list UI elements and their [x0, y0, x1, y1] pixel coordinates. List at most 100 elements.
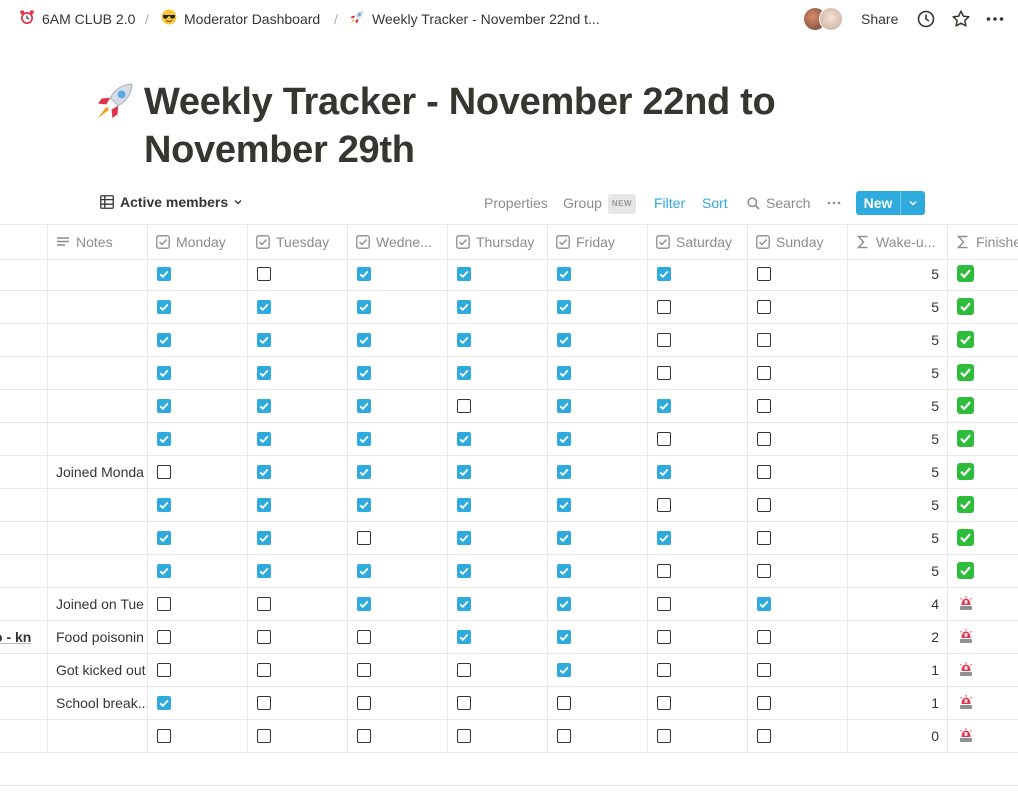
checkbox-checked[interactable] — [757, 597, 771, 611]
checkbox-unchecked[interactable] — [757, 465, 771, 479]
checkbox-checked[interactable] — [357, 597, 371, 611]
notes-cell[interactable] — [47, 390, 147, 422]
checkbox-checked[interactable] — [357, 564, 371, 578]
view-more-icon[interactable] — [826, 192, 842, 212]
finished-cell[interactable] — [947, 555, 1018, 587]
breadcrumb-weekly-tracker[interactable]: Weekly Tracker - November 22nd t... — [348, 10, 600, 28]
finished-cell[interactable] — [947, 588, 1018, 620]
wakeups-count-cell[interactable]: 5 — [847, 324, 947, 356]
checkbox-unchecked[interactable] — [757, 564, 771, 578]
checkbox-unchecked[interactable] — [457, 663, 471, 677]
checkbox-checked[interactable] — [557, 597, 571, 611]
finished-cell[interactable] — [947, 621, 1018, 653]
favorite-star-icon[interactable] — [951, 9, 971, 29]
checkbox-checked[interactable] — [657, 531, 671, 545]
wakeups-count-cell[interactable]: 5 — [847, 291, 947, 323]
checkbox-unchecked[interactable] — [657, 333, 671, 347]
checkbox-checked[interactable] — [557, 663, 571, 677]
column-header[interactable]: Thursday — [447, 225, 547, 259]
checkbox-checked[interactable] — [557, 498, 571, 512]
checkbox-unchecked[interactable] — [557, 696, 571, 710]
checkbox-unchecked[interactable] — [357, 531, 371, 545]
group-button[interactable]: Group NEW — [563, 194, 637, 214]
checkbox-checked[interactable] — [557, 465, 571, 479]
column-header[interactable]: Friday — [547, 225, 647, 259]
checkbox-unchecked[interactable] — [657, 498, 671, 512]
checkbox-checked[interactable] — [557, 267, 571, 281]
finished-cell[interactable] — [947, 258, 1018, 290]
checkbox-unchecked[interactable] — [657, 300, 671, 314]
filter-button[interactable]: Filter — [654, 194, 685, 212]
column-header[interactable]: Saturday — [647, 225, 747, 259]
checkbox-unchecked[interactable] — [757, 531, 771, 545]
finished-cell[interactable] — [947, 390, 1018, 422]
checkbox-checked[interactable] — [357, 432, 371, 446]
checkbox-unchecked[interactable] — [257, 630, 271, 644]
checkbox-checked[interactable] — [357, 399, 371, 413]
checkbox-unchecked[interactable] — [757, 696, 771, 710]
checkbox-unchecked[interactable] — [757, 432, 771, 446]
wakeups-count-cell[interactable]: 5 — [847, 555, 947, 587]
checkbox-checked[interactable] — [157, 333, 171, 347]
notes-cell[interactable]: Food poisonin — [47, 621, 147, 653]
checkbox-checked[interactable] — [257, 399, 271, 413]
checkbox-checked[interactable] — [257, 531, 271, 545]
checkbox-unchecked[interactable] — [257, 267, 271, 281]
checkbox-unchecked[interactable] — [557, 729, 571, 743]
checkbox-checked[interactable] — [657, 399, 671, 413]
checkbox-checked[interactable] — [357, 300, 371, 314]
wakeups-count-cell[interactable]: 5 — [847, 522, 947, 554]
checkbox-checked[interactable] — [457, 597, 471, 611]
checkbox-unchecked[interactable] — [757, 300, 771, 314]
checkbox-unchecked[interactable] — [657, 564, 671, 578]
checkbox-unchecked[interactable] — [757, 663, 771, 677]
checkbox-checked[interactable] — [357, 498, 371, 512]
page-rocket-icon[interactable] — [94, 80, 136, 122]
notes-cell[interactable] — [47, 291, 147, 323]
checkbox-checked[interactable] — [157, 531, 171, 545]
wakeups-count-cell[interactable]: 0 — [847, 720, 947, 752]
checkbox-checked[interactable] — [257, 300, 271, 314]
checkbox-checked[interactable] — [157, 300, 171, 314]
checkbox-checked[interactable] — [557, 432, 571, 446]
checkbox-checked[interactable] — [157, 399, 171, 413]
checkbox-checked[interactable] — [557, 564, 571, 578]
checkbox-checked[interactable] — [457, 432, 471, 446]
checkbox-checked[interactable] — [557, 366, 571, 380]
notes-cell[interactable] — [47, 489, 147, 521]
checkbox-checked[interactable] — [157, 366, 171, 380]
checkbox-checked[interactable] — [457, 630, 471, 644]
checkbox-unchecked[interactable] — [757, 399, 771, 413]
member-name-cell[interactable]: o - kn — [0, 621, 46, 653]
new-dropdown-chevron-icon[interactable] — [901, 198, 925, 208]
checkbox-checked[interactable] — [557, 333, 571, 347]
checkbox-checked[interactable] — [457, 300, 471, 314]
sort-button[interactable]: Sort — [702, 194, 728, 212]
wakeups-count-cell[interactable]: 5 — [847, 489, 947, 521]
checkbox-checked[interactable] — [257, 465, 271, 479]
finished-cell[interactable] — [947, 489, 1018, 521]
column-header[interactable]: Tuesday — [247, 225, 347, 259]
wakeups-count-cell[interactable]: 5 — [847, 357, 947, 389]
checkbox-unchecked[interactable] — [757, 498, 771, 512]
checkbox-unchecked[interactable] — [257, 729, 271, 743]
checkbox-unchecked[interactable] — [357, 696, 371, 710]
checkbox-checked[interactable] — [157, 696, 171, 710]
wakeups-count-cell[interactable]: 5 — [847, 390, 947, 422]
more-options-icon[interactable] — [985, 9, 1005, 29]
notes-cell[interactable]: Joined Monda — [47, 456, 147, 488]
checkbox-checked[interactable] — [657, 267, 671, 281]
new-row-button[interactable]: New — [856, 191, 925, 215]
checkbox-checked[interactable] — [157, 498, 171, 512]
notes-cell[interactable]: Got kicked out — [47, 654, 147, 686]
share-button[interactable]: Share — [861, 10, 898, 28]
checkbox-checked[interactable] — [157, 267, 171, 281]
properties-button[interactable]: Properties — [484, 194, 548, 212]
checkbox-checked[interactable] — [257, 333, 271, 347]
checkbox-unchecked[interactable] — [157, 729, 171, 743]
notes-cell[interactable] — [47, 258, 147, 290]
finished-cell[interactable] — [947, 291, 1018, 323]
checkbox-unchecked[interactable] — [157, 663, 171, 677]
checkbox-checked[interactable] — [457, 333, 471, 347]
column-header[interactable]: Monday — [147, 225, 247, 259]
